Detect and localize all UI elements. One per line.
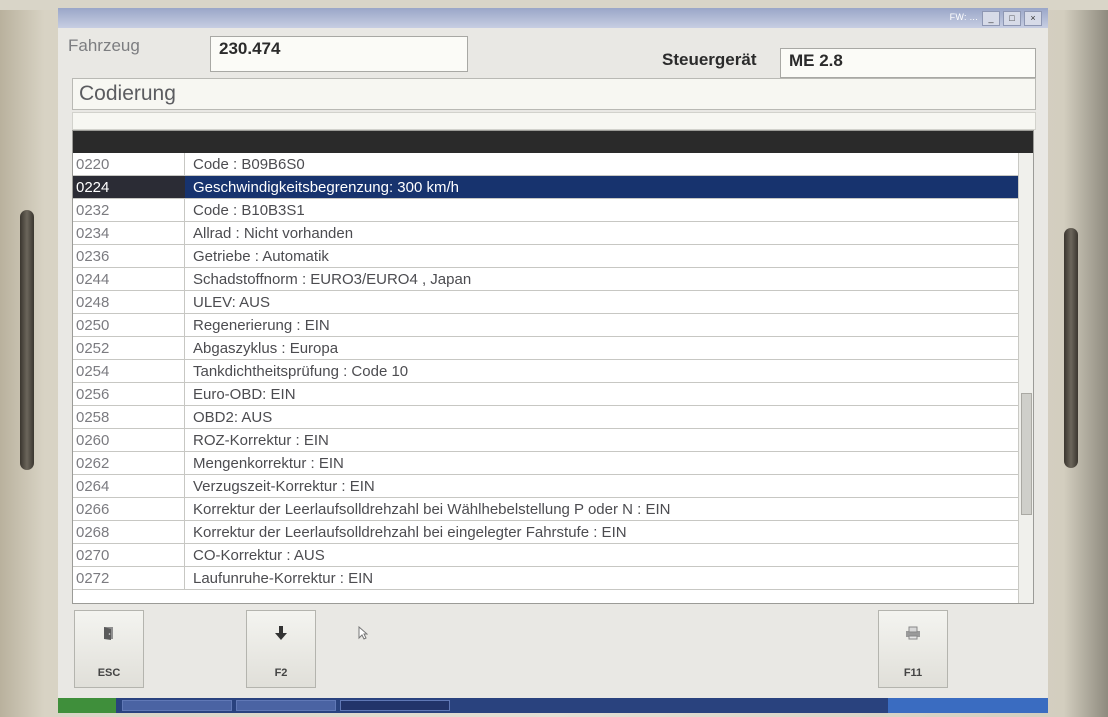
table-row[interactable]: 0244 Schadstoffnorm : EURO3/EURO4 , Japa…: [73, 268, 1019, 291]
monitor-hinge-left: [20, 210, 34, 470]
table-row[interactable]: 0248 ULEV: AUS: [73, 291, 1019, 314]
row-description: ULEV: AUS: [193, 293, 270, 311]
coding-table: 0220 Code : B09B6S0 0224 Geschwindigkeit…: [72, 130, 1034, 604]
row-code: 0254: [73, 360, 185, 382]
start-button[interactable]: [58, 698, 116, 713]
f11-button[interactable]: F11: [878, 610, 948, 688]
row-code: 0236: [73, 245, 185, 267]
table-row[interactable]: 0264 Verzugszeit-Korrektur : EIN: [73, 475, 1019, 498]
row-description: Korrektur der Leerlaufsolldrehzahl bei e…: [193, 523, 627, 541]
window-title: FW: ...: [949, 12, 978, 22]
table-header-bar: [73, 131, 1033, 153]
row-code: 0272: [73, 567, 185, 589]
table-row[interactable]: 0252 Abgaszyklus : Europa: [73, 337, 1019, 360]
table-row[interactable]: 0262 Mengenkorrektur : EIN: [73, 452, 1019, 475]
print-icon: [879, 625, 947, 646]
row-code: 0234: [73, 222, 185, 244]
minimize-button[interactable]: _: [982, 11, 1000, 26]
function-key-toolbar: ESC F2 F11: [72, 608, 1036, 694]
row-code: 0232: [73, 199, 185, 221]
table-row[interactable]: 0250 Regenerierung : EIN: [73, 314, 1019, 337]
system-tray: [888, 698, 1048, 713]
row-description: OBD2: AUS: [193, 408, 273, 426]
row-description: Tankdichtheitsprüfung : Code 10: [193, 362, 409, 380]
row-description: Getriebe : Automatik: [193, 247, 329, 265]
table-row-selected[interactable]: 0224 Geschwindigkeitsbegrenzung: 300 km/…: [73, 176, 1019, 199]
vehicle-field[interactable]: 230.474: [210, 36, 468, 72]
maximize-button[interactable]: □: [1003, 11, 1021, 26]
close-button[interactable]: ×: [1024, 11, 1042, 26]
row-description: Code : B09B6S0: [193, 155, 305, 173]
row-description: Laufunruhe-Korrektur : EIN: [193, 569, 374, 587]
table-row[interactable]: 0220 Code : B09B6S0: [73, 153, 1019, 176]
vehicle-label: Fahrzeug: [68, 36, 140, 55]
table-row[interactable]: 0258 OBD2: AUS: [73, 406, 1019, 429]
ecu-field[interactable]: ME 2.8: [780, 48, 1036, 78]
table-row[interactable]: 0272 Laufunruhe-Korrektur : EIN: [73, 567, 1019, 590]
exit-door-icon: [75, 625, 143, 646]
row-description: Verzugszeit-Korrektur : EIN: [193, 477, 375, 495]
row-code: 0220: [73, 153, 185, 175]
table-row[interactable]: 0234 Allrad : Nicht vorhanden: [73, 222, 1019, 245]
scrollbar-thumb[interactable]: [1021, 393, 1032, 515]
row-description: Schadstoffnorm : EURO3/EURO4 , Japan: [193, 270, 472, 288]
row-code: 0244: [73, 268, 185, 290]
esc-key-label: ESC: [97, 667, 121, 679]
application-window: FW: ... _ □ × Fahrzeug 230.474 Steuerger…: [58, 8, 1048, 713]
row-description: Allrad : Nicht vorhanden: [193, 224, 354, 242]
row-code: 0270: [73, 544, 185, 566]
table-row[interactable]: 0266 Korrektur der Leerlaufsolldrehzahl …: [73, 498, 1019, 521]
row-code: 0224: [73, 176, 185, 198]
esc-button[interactable]: ESC: [74, 610, 144, 688]
row-code: 0264: [73, 475, 185, 497]
taskbar-item-active[interactable]: [340, 700, 450, 711]
row-code: 0260: [73, 429, 185, 451]
row-description: ROZ-Korrektur : EIN: [193, 431, 329, 449]
row-description: Regenerierung : EIN: [193, 316, 330, 334]
table-row[interactable]: 0270 CO-Korrektur : AUS: [73, 544, 1019, 567]
row-code: 0256: [73, 383, 185, 405]
f11-key-label: F11: [903, 667, 923, 679]
table-row[interactable]: 0256 Euro-OBD: EIN: [73, 383, 1019, 406]
mouse-pointer-icon: [358, 625, 369, 643]
row-code: 0250: [73, 314, 185, 336]
row-description: Euro-OBD: EIN: [193, 385, 296, 403]
ecu-label: Steuergerät: [662, 50, 757, 69]
f2-key-label: F2: [274, 667, 288, 679]
taskbar-item[interactable]: [122, 700, 232, 711]
table-scrollbar[interactable]: [1018, 153, 1033, 603]
row-code: 0268: [73, 521, 185, 543]
row-description: Mengenkorrektur : EIN: [193, 454, 344, 472]
coding-rows: 0220 Code : B09B6S0 0224 Geschwindigkeit…: [73, 153, 1019, 590]
section-band: [72, 112, 1036, 130]
table-row[interactable]: 0260 ROZ-Korrektur : EIN: [73, 429, 1019, 452]
section-title: Codierung: [72, 78, 1036, 110]
row-code: 0266: [73, 498, 185, 520]
row-description: CO-Korrektur : AUS: [193, 546, 325, 564]
row-description: Code : B10B3S1: [193, 201, 305, 219]
row-description: Abgaszyklus : Europa: [193, 339, 339, 357]
window-titlebar: FW: ... _ □ ×: [58, 8, 1048, 28]
row-code: 0248: [73, 291, 185, 313]
taskbar-item[interactable]: [236, 700, 336, 711]
f2-button[interactable]: F2: [246, 610, 316, 688]
table-row[interactable]: 0254 Tankdichtheitsprüfung : Code 10: [73, 360, 1019, 383]
row-code: 0262: [73, 452, 185, 474]
row-description: Korrektur der Leerlaufsolldrehzahl bei W…: [193, 500, 671, 518]
table-row[interactable]: 0268 Korrektur der Leerlaufsolldrehzahl …: [73, 521, 1019, 544]
table-row[interactable]: 0236 Getriebe : Automatik: [73, 245, 1019, 268]
table-row[interactable]: 0232 Code : B10B3S1: [73, 199, 1019, 222]
row-code: 0252: [73, 337, 185, 359]
window-controls: _ □ ×: [982, 11, 1042, 26]
row-description: Geschwindigkeitsbegrenzung: 300 km/h: [193, 178, 459, 196]
row-code: 0258: [73, 406, 185, 428]
os-taskbar: [58, 698, 1048, 713]
arrow-down-icon: [247, 625, 315, 646]
monitor-hinge-right: [1064, 228, 1078, 468]
